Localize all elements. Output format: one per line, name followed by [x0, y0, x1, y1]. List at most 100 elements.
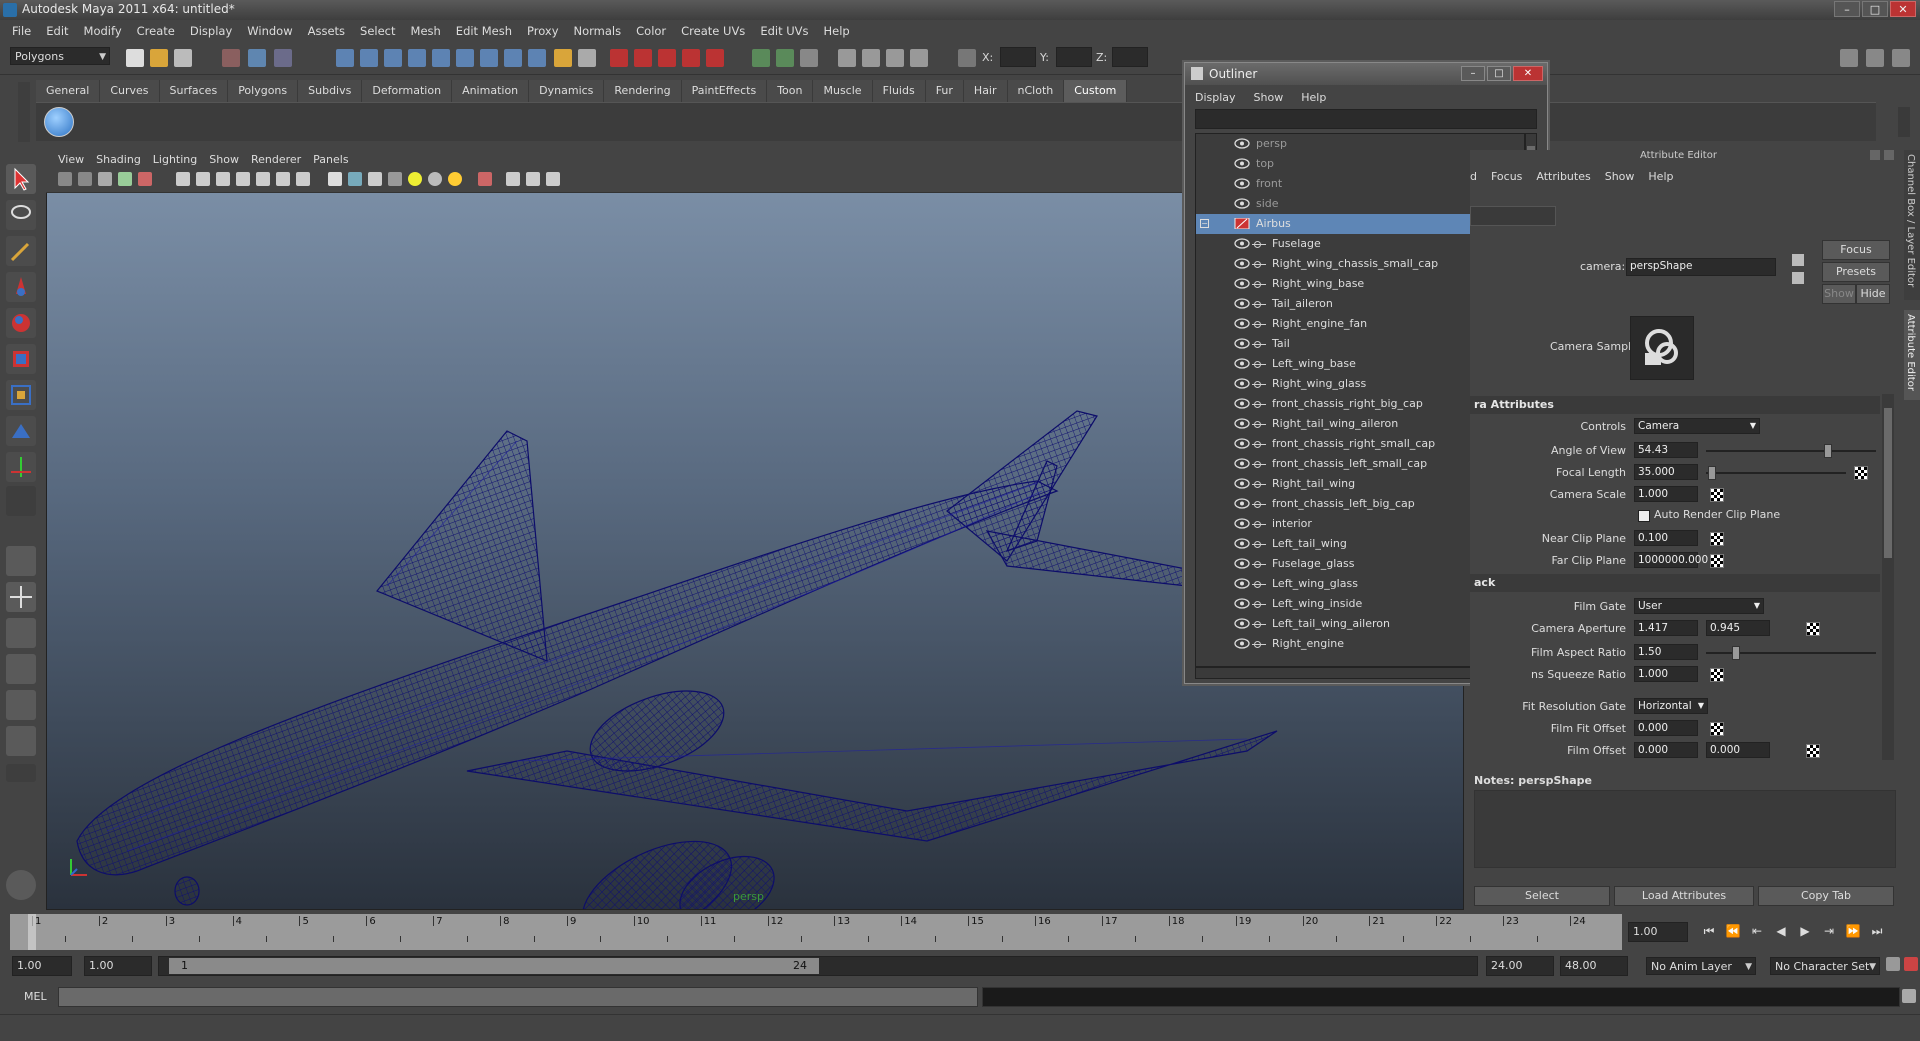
make-live-icon[interactable]: [706, 49, 724, 67]
focal-length-knob[interactable]: [1708, 466, 1716, 480]
select-button[interactable]: Select: [1474, 886, 1610, 906]
vp-menu-lighting[interactable]: Lighting: [149, 150, 205, 170]
layout-outliner-persp-icon[interactable]: [6, 618, 36, 648]
copy-tab-button[interactable]: Copy Tab: [1758, 886, 1894, 906]
layout-persp-icon[interactable]: [6, 726, 36, 756]
go-to-start-icon[interactable]: ⏮: [1700, 924, 1718, 942]
shelf-tab-dynamics[interactable]: Dynamics: [529, 80, 605, 102]
shelf-tab-surfaces[interactable]: Surfaces: [159, 80, 229, 102]
layout-hypershade-icon[interactable]: [6, 690, 36, 720]
resolution-gate-icon[interactable]: [216, 172, 230, 186]
node-tab[interactable]: [1470, 206, 1556, 226]
show-manipulator-icon[interactable]: [6, 452, 36, 482]
anim-start-input[interactable]: 1.00: [84, 956, 152, 976]
safe-title-icon[interactable]: [296, 172, 310, 186]
film-aspect-slider[interactable]: [1706, 646, 1876, 660]
go-to-output-icon[interactable]: [1792, 272, 1804, 284]
film-back-section[interactable]: ack: [1470, 574, 1880, 592]
select-hierarchy-icon[interactable]: [222, 49, 240, 67]
gate-mask-icon[interactable]: [236, 172, 250, 186]
attribute-editor-side-tab[interactable]: Attribute Editor: [1904, 310, 1920, 400]
auto-render-clip-checkbox[interactable]: [1638, 510, 1650, 522]
output-operations-icon[interactable]: [776, 49, 794, 67]
command-input[interactable]: [58, 987, 978, 1007]
menu-select[interactable]: Select: [354, 20, 404, 42]
x-field[interactable]: [1000, 47, 1036, 67]
current-time-marker[interactable]: [28, 914, 36, 950]
vp-menu-panels[interactable]: Panels: [309, 150, 356, 170]
menu-normals[interactable]: Normals: [568, 20, 631, 42]
camera-attributes-section[interactable]: ra Attributes: [1470, 396, 1880, 414]
outliner-filter-input[interactable]: [1195, 109, 1537, 129]
vp-menu-renderer[interactable]: Renderer: [247, 150, 309, 170]
outliner-minimize-button[interactable]: –: [1461, 66, 1485, 81]
film-aspect-knob[interactable]: [1732, 646, 1740, 660]
shelf-tab-general[interactable]: General: [36, 80, 101, 102]
checkmark-icon[interactable]: [44, 107, 74, 137]
vp-menu-view[interactable]: View: [54, 150, 92, 170]
film-offset-x-input[interactable]: 0.000: [1634, 742, 1698, 758]
outliner-close-button[interactable]: ✕: [1513, 66, 1543, 81]
rotate-tool-icon[interactable]: [6, 308, 36, 338]
near-clip-map-button[interactable]: [1710, 532, 1724, 546]
film-fit-offset-map-button[interactable]: [1710, 722, 1724, 736]
soft-mod-icon[interactable]: [6, 416, 36, 446]
play-forward-icon[interactable]: ▶: [1796, 924, 1814, 942]
start-time-input[interactable]: 1.00: [12, 956, 72, 976]
outliner-menu-display[interactable]: Display: [1195, 91, 1236, 104]
shelf-tab-subdivs[interactable]: Subdivs: [298, 80, 363, 102]
xray-components-icon[interactable]: [546, 172, 560, 186]
default-lighting-icon[interactable]: [408, 172, 422, 186]
anim-end-input[interactable]: 48.00: [1560, 956, 1628, 976]
film-gate-icon[interactable]: [196, 172, 210, 186]
shelf-tab-animation[interactable]: Animation: [452, 80, 530, 102]
attribute-editor-scrollbar[interactable]: [1882, 394, 1894, 760]
ipr-render-icon[interactable]: [886, 49, 904, 67]
angle-of-view-knob[interactable]: [1824, 444, 1832, 458]
lock-icon[interactable]: [554, 49, 572, 67]
camera-select-icon[interactable]: [58, 172, 72, 186]
near-clip-input[interactable]: 0.100: [1634, 530, 1698, 546]
wireframe-icon[interactable]: [328, 172, 342, 186]
maximize-button[interactable]: □: [1862, 1, 1888, 17]
move-tool-icon[interactable]: [6, 272, 36, 302]
ae-menu-help[interactable]: Help: [1648, 170, 1673, 183]
universal-manip-icon[interactable]: [6, 380, 36, 410]
camera-aperture-map-button[interactable]: [1806, 622, 1820, 636]
show-button[interactable]: Show: [1822, 284, 1856, 304]
film-offset-y-input[interactable]: 0.000: [1706, 742, 1770, 758]
channel-box-side-tab[interactable]: Channel Box / Layer Editor: [1904, 150, 1920, 300]
smooth-shade-icon[interactable]: [348, 172, 362, 186]
layout-four-icon[interactable]: [6, 582, 36, 612]
image-plane-icon[interactable]: [118, 172, 132, 186]
end-time-input[interactable]: 24.00: [1486, 956, 1554, 976]
highlight-selection-icon[interactable]: [578, 49, 596, 67]
film-offset-map-button[interactable]: [1806, 744, 1820, 758]
render-settings-icon[interactable]: [910, 49, 928, 67]
focal-length-slider[interactable]: [1706, 466, 1846, 480]
layout-graph-persp-icon[interactable]: [6, 654, 36, 684]
close-button[interactable]: ✕: [1890, 1, 1916, 17]
close-panel-icon[interactable]: [1884, 150, 1894, 160]
shelf-scroll[interactable]: [1898, 107, 1910, 137]
ae-menu-attributes[interactable]: Attributes: [1536, 170, 1590, 183]
menu-help[interactable]: Help: [818, 20, 859, 42]
camera-aperture-y-input[interactable]: 0.945: [1706, 620, 1770, 636]
notes-textarea[interactable]: [1474, 790, 1896, 868]
xray-icon[interactable]: [506, 172, 520, 186]
outliner-menu-help[interactable]: Help: [1301, 91, 1326, 104]
range-track[interactable]: 1 24: [158, 956, 1478, 976]
animation-preferences-icon[interactable]: [1904, 957, 1918, 971]
camera-attributes-icon[interactable]: [78, 172, 92, 186]
outliner-menu-show[interactable]: Show: [1254, 91, 1284, 104]
step-back-key-icon[interactable]: ⏪: [1724, 924, 1742, 942]
isolate-select-icon[interactable]: [478, 172, 492, 186]
focus-button[interactable]: Focus: [1822, 240, 1890, 260]
grid-icon[interactable]: [176, 172, 190, 186]
show-tool-settings-icon[interactable]: [1866, 49, 1884, 67]
far-clip-map-button[interactable]: [1710, 554, 1724, 568]
render-view-icon[interactable]: [838, 49, 856, 67]
film-aspect-input[interactable]: 1.50: [1634, 644, 1698, 660]
y-field[interactable]: [1056, 47, 1092, 67]
minimize-button[interactable]: –: [1834, 1, 1860, 17]
